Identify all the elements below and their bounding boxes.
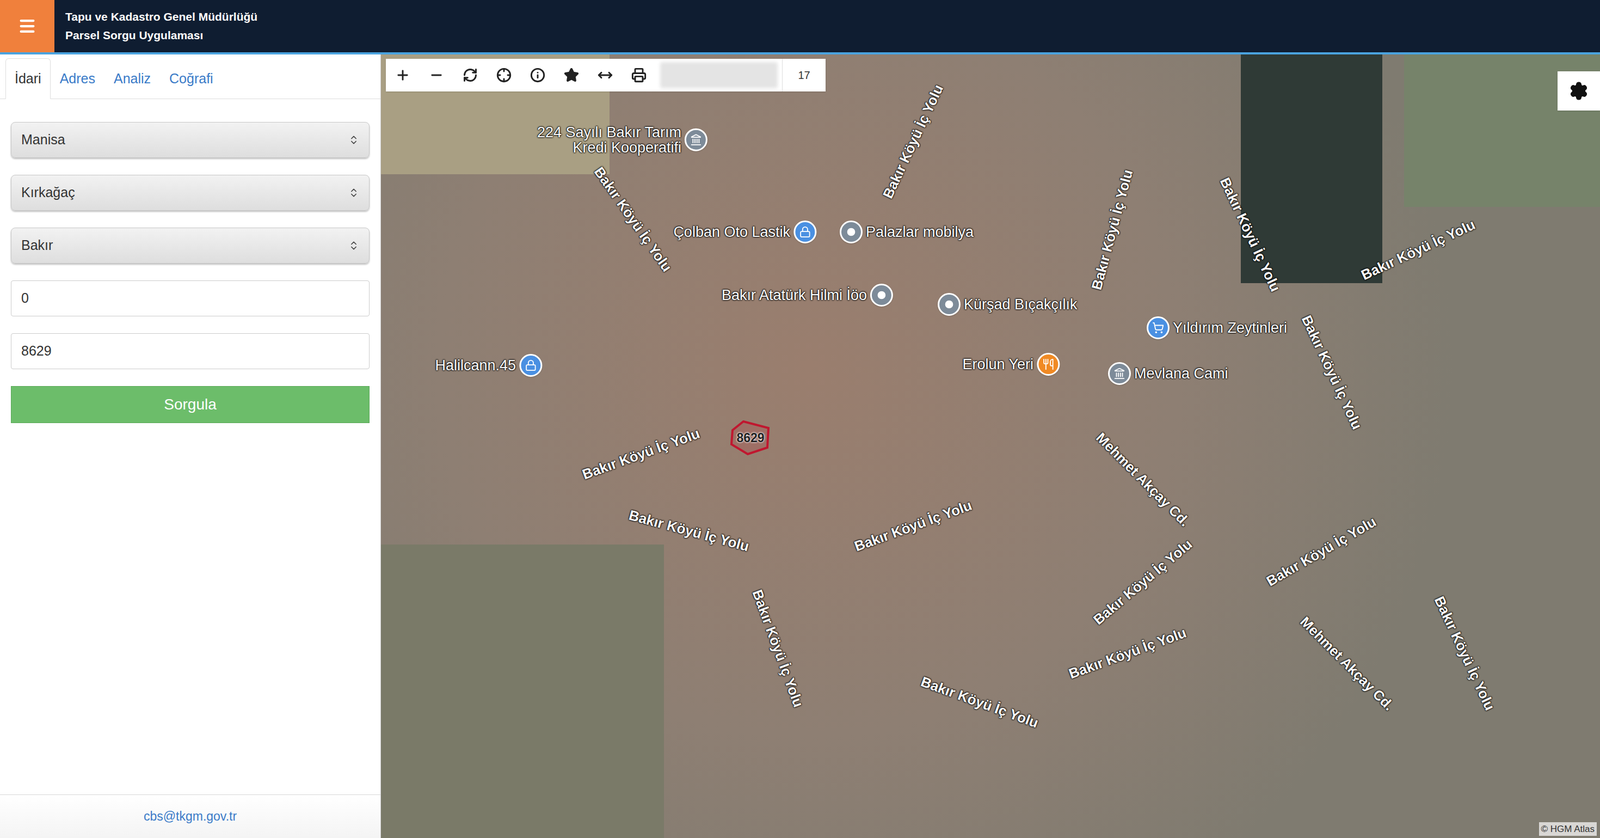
map-toolbar: 17 xyxy=(385,58,826,92)
dot-icon xyxy=(944,299,954,309)
hillside-area xyxy=(380,544,664,838)
toolbar-button[interactable] xyxy=(419,58,454,92)
refresh-icon xyxy=(462,67,478,83)
dot-icon xyxy=(877,290,886,300)
map-pin[interactable] xyxy=(1036,352,1060,376)
poi[interactable]: Çolban Oto Lastik xyxy=(673,220,817,244)
zoom-in-icon xyxy=(395,67,411,83)
poi-label: Halilcann.45 xyxy=(434,357,516,373)
poi-label: Çolban Oto Lastik xyxy=(673,224,791,240)
map[interactable]: Bakır Köyü İç YoluBakır Köyü İç YoluBakı… xyxy=(380,54,1600,838)
toolbar-button[interactable] xyxy=(453,58,488,92)
tab[interactable]: Coğrafi xyxy=(160,58,223,100)
lock-icon xyxy=(798,225,811,238)
lock-icon xyxy=(524,359,537,372)
map-pin[interactable] xyxy=(839,220,863,244)
tab[interactable]: İdari xyxy=(5,58,51,100)
header-title: Tapu ve Kadastro Genel MüdürlüğüParsel S… xyxy=(54,0,258,53)
crosshair-icon xyxy=(496,67,512,83)
select-field[interactable]: Kırkağaç xyxy=(10,174,370,211)
text-field[interactable]: 0 xyxy=(10,280,370,317)
select-arrow-icon xyxy=(348,134,360,146)
restaurant-icon xyxy=(1042,358,1055,371)
select-arrow-icon xyxy=(348,240,360,251)
contact-email[interactable]: cbs@tkgm.gov.tr xyxy=(143,806,237,826)
sidebar-footer: cbs@tkgm.gov.tr xyxy=(0,794,381,838)
poi[interactable]: Halilcann.45 xyxy=(434,353,543,377)
poi-label: Mevlana Cami xyxy=(1134,365,1229,381)
query-button[interactable]: Sorgula xyxy=(10,385,370,423)
gear-icon xyxy=(1568,81,1589,101)
tab[interactable]: Adres xyxy=(50,58,105,100)
toolbar-button[interactable] xyxy=(588,58,623,92)
poi[interactable]: Erolun Yeri xyxy=(962,352,1060,376)
query-form: Manisa Kırkağaç Bakır 0 8629 Sorgula xyxy=(0,99,381,423)
map-pin[interactable] xyxy=(519,353,543,377)
zoom-level: 17 xyxy=(782,58,826,92)
tab-bar: İdariAdresAnalizCoğrafi xyxy=(0,54,381,100)
toolbar-button[interactable] xyxy=(554,58,589,92)
menu-button[interactable] xyxy=(0,0,55,53)
landmark-icon xyxy=(1113,367,1126,380)
map-pin[interactable] xyxy=(793,220,817,244)
sidebar: İdariAdresAnalizCoğrafi Manisa Kırkağaç Bak… xyxy=(0,54,381,838)
landmark-icon xyxy=(690,133,703,146)
zoom-out-icon xyxy=(428,67,445,83)
poi-label: Erolun Yeri xyxy=(962,356,1034,372)
select-arrow-icon xyxy=(348,187,360,199)
cart-icon xyxy=(1152,321,1165,334)
poi[interactable]: Palazlar mobilya xyxy=(839,220,974,244)
poi-label: Kürşad Bıçakçılık xyxy=(963,296,1078,312)
toolbar-button[interactable] xyxy=(520,58,555,92)
toolbar-button[interactable] xyxy=(622,58,656,92)
map-pin[interactable] xyxy=(1146,316,1170,340)
dot-icon xyxy=(846,227,856,237)
poi[interactable]: 224 Sayılı Bakır TarımKredi Kooperatifi xyxy=(537,124,708,156)
attribution: © HGM Atlas xyxy=(1539,821,1598,836)
header: Tapu ve Kadastro Genel MüdürlüğüParsel S… xyxy=(0,0,1600,55)
map-pin[interactable] xyxy=(1108,361,1131,385)
text-field[interactable]: 8629 xyxy=(10,333,370,369)
star-icon xyxy=(563,67,580,83)
poi-label: Palazlar mobilya xyxy=(865,224,974,240)
settings-button[interactable] xyxy=(1557,71,1600,111)
map-pin[interactable] xyxy=(870,283,894,307)
coordinate-field[interactable] xyxy=(660,62,778,89)
poi[interactable]: Bakır Atatürk Hilmi İöo xyxy=(721,283,894,307)
printer-icon xyxy=(631,67,647,83)
poi[interactable]: Kürşad Bıçakçılık xyxy=(937,292,1078,316)
poi-label: Yıldırım Zeytinleri xyxy=(1172,320,1288,336)
toolbar-button[interactable] xyxy=(487,58,521,92)
toolbar-button[interactable] xyxy=(385,58,420,92)
poi[interactable]: Yıldırım Zeytinleri xyxy=(1146,316,1288,340)
menu-icon xyxy=(17,16,37,36)
info-icon xyxy=(530,67,546,83)
select-field[interactable]: Bakır xyxy=(10,227,370,264)
poi-label: Bakır Atatürk Hilmi İöo xyxy=(721,287,867,303)
parcel[interactable]: 8629 xyxy=(729,420,772,455)
measure-icon xyxy=(597,67,613,83)
select-field[interactable]: Manisa xyxy=(10,121,370,158)
app: Tapu ve Kadastro Genel MüdürlüğüParsel S… xyxy=(0,0,1600,838)
poi[interactable]: Mevlana Cami xyxy=(1108,361,1229,385)
poi-label: 224 Sayılı Bakır TarımKredi Kooperatifi xyxy=(537,124,682,156)
map-pin[interactable] xyxy=(684,128,708,152)
tab[interactable]: Analiz xyxy=(104,58,160,100)
map-pin[interactable] xyxy=(937,292,961,316)
